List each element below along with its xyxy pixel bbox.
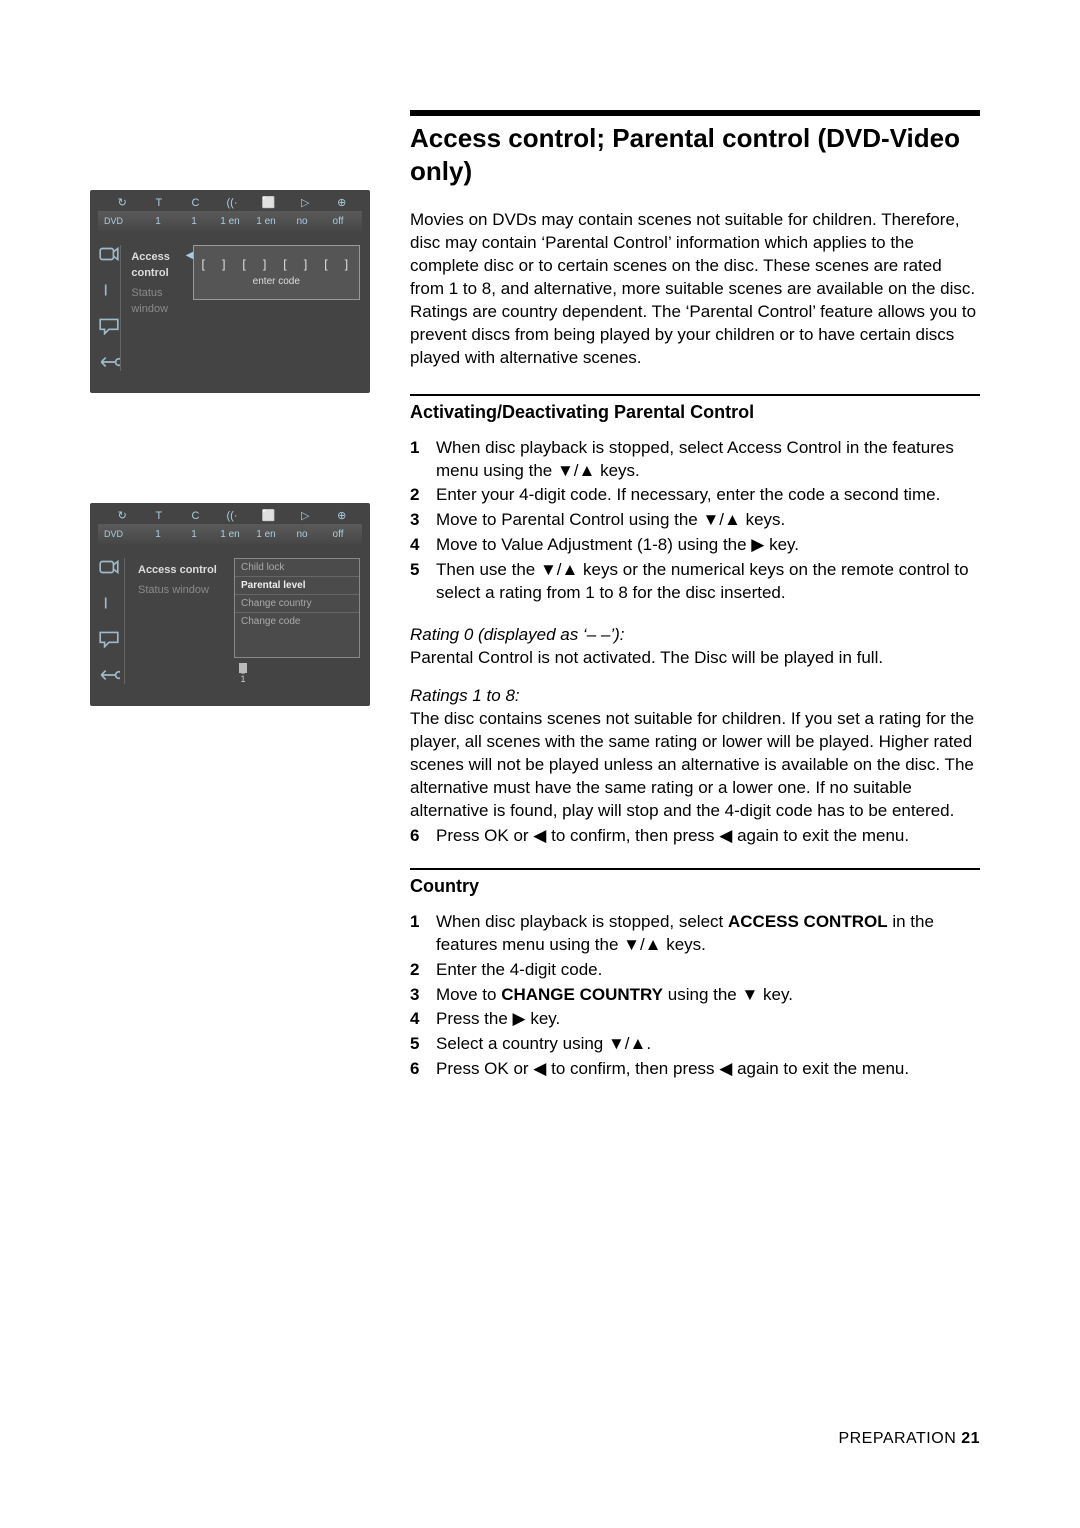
osd-side-icons [98, 558, 124, 684]
osd-tab: ▷ [287, 196, 324, 209]
info-val: 1 [176, 216, 212, 227]
info-val: 1 [176, 529, 212, 540]
submenu-change-country: Change country [235, 595, 359, 613]
rating0-note: Rating 0 (displayed as ‘– –’): [410, 625, 980, 645]
subtitle-icon [98, 630, 120, 648]
submenu-child-lock: Child lock [235, 559, 359, 577]
menu-item-status-window: Status window [131, 283, 188, 319]
access-control-submenu: Child lock Parental level Change country… [234, 558, 360, 658]
page-footer: PREPARATION 21 [838, 1430, 980, 1448]
info-val: 1 en [248, 529, 284, 540]
step-text: Move to Value Adjustment (1-8) using the… [436, 534, 980, 557]
info-val: 1 [140, 529, 176, 540]
rating-slider: 2 1 [238, 662, 248, 684]
step-text: Press the ▶ key. [436, 1008, 980, 1031]
info-val: 1 [140, 216, 176, 227]
slider-value-bottom: 1 [240, 674, 245, 684]
subhead-activating: Activating/Deactivating Parental Control [410, 394, 980, 423]
footer-label: PREPARATION [838, 1430, 956, 1447]
audio-icon [98, 281, 120, 299]
video-icon [98, 245, 120, 263]
subhead-country: Country [410, 868, 980, 897]
page-number: 21 [961, 1430, 980, 1447]
menu-item-access-control: Access control [138, 560, 230, 580]
info-val: no [284, 529, 320, 540]
osd-figure-enter-code: ↻ T C ((· ⬜ ▷ ⊕ DVD 1 1 1 en 1 en no off [90, 190, 370, 393]
submenu-parental-level: Parental level [235, 577, 359, 595]
section-title: Access control; Parental control (DVD-Vi… [410, 110, 980, 187]
code-placeholders: [ ] [ ] [ ] [ ] [200, 258, 353, 272]
info-val: off [320, 529, 356, 540]
osd-feature-menu: Access control Status window [131, 245, 188, 371]
osd-side-icons [98, 245, 120, 371]
osd-infobar: DVD 1 1 1 en 1 en no off [98, 524, 362, 544]
enter-code-label: enter code [200, 276, 353, 287]
disc-type-label: DVD [104, 529, 136, 539]
features-icon [98, 353, 120, 371]
steps-activating: 1When disc playback is stopped, select A… [410, 437, 980, 606]
code-entry-box: ◀ [ ] [ ] [ ] [ ] enter code [193, 245, 360, 300]
osd-tab: ↻ [104, 509, 141, 522]
info-val: off [320, 216, 356, 227]
step-text: When disc playback is stopped, select AC… [436, 911, 980, 957]
osd-figure-parental-level: ↻ T C ((· ⬜ ▷ ⊕ DVD 1 1 1 en 1 en no off [90, 503, 370, 706]
osd-tab: C [177, 510, 214, 522]
osd-tab: ⊕ [323, 196, 360, 209]
video-icon [98, 558, 120, 576]
info-val: 1 en [212, 216, 248, 227]
steps-country: 1When disc playback is stopped, select A… [410, 911, 980, 1082]
osd-tab: ((· [214, 197, 251, 209]
intro-paragraph: Movies on DVDs may contain scenes not su… [410, 209, 980, 370]
step-text: Press OK or ◀ to confirm, then press ◀ a… [436, 1058, 980, 1081]
info-val: no [284, 216, 320, 227]
submenu-change-code: Change code [235, 613, 359, 630]
step-text: Move to Parental Control using the ▼/▲ k… [436, 509, 980, 532]
rating1-note: Ratings 1 to 8: [410, 686, 980, 706]
osd-tab: ⬜ [250, 509, 287, 522]
osd-tab: T [141, 197, 178, 209]
osd-tab: C [177, 197, 214, 209]
step-text: Press OK or ◀ to confirm, then press ◀ a… [436, 825, 980, 848]
disc-type-label: DVD [104, 216, 136, 226]
osd-tab-row: ↻ T C ((· ⬜ ▷ ⊕ [90, 190, 370, 211]
osd-tab: ↻ [104, 196, 141, 209]
info-val: 1 en [212, 529, 248, 540]
rating0-text: Parental Control is not activated. The D… [410, 647, 980, 670]
osd-tab-row: ↻ T C ((· ⬜ ▷ ⊕ [90, 503, 370, 524]
osd-feature-menu: Access control Status window [138, 558, 230, 684]
osd-infobar: DVD 1 1 1 en 1 en no off [98, 211, 362, 231]
step-text: Then use the ▼/▲ keys or the numerical k… [436, 559, 980, 605]
subtitle-icon [98, 317, 120, 335]
step-text: When disc playback is stopped, select Ac… [436, 437, 980, 483]
osd-tab: ⬜ [250, 196, 287, 209]
osd-tab: T [141, 510, 178, 522]
step-text: Enter your 4-digit code. If necessary, e… [436, 484, 980, 507]
info-val: 1 en [248, 216, 284, 227]
steps-activating-cont: 6Press OK or ◀ to confirm, then press ◀ … [410, 825, 980, 848]
audio-icon [98, 594, 120, 612]
osd-tab: ▷ [287, 509, 324, 522]
caret-left-icon: ◀ [186, 250, 194, 261]
step-text: Enter the 4-digit code. [436, 959, 980, 982]
step-text: Select a country using ▼/▲. [436, 1033, 980, 1056]
rating1-text: The disc contains scenes not suitable fo… [410, 708, 980, 823]
osd-tab: ((· [214, 510, 251, 522]
step-text: Move to CHANGE COUNTRY using the ▼ key. [436, 984, 980, 1007]
osd-tab: ⊕ [323, 509, 360, 522]
menu-item-status-window: Status window [138, 580, 230, 600]
features-icon [98, 666, 120, 684]
menu-item-access-control: Access control [131, 247, 188, 283]
